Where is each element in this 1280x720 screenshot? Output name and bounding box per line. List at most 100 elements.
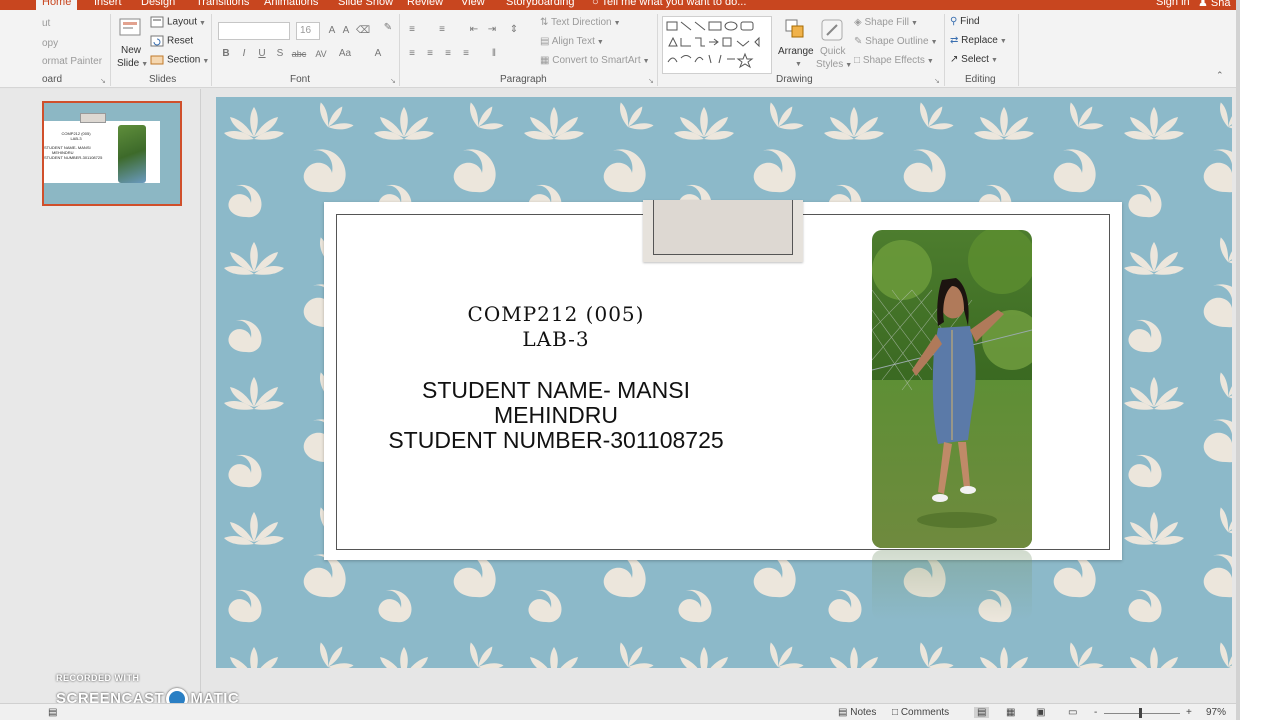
- justify-icon[interactable]: ≡: [460, 48, 472, 60]
- new-slide-label2[interactable]: Slide ▼: [117, 58, 148, 69]
- chevron-down-icon: ▼: [199, 19, 206, 27]
- shape-effects-icon: □: [854, 55, 863, 66]
- slideshow-view-icon[interactable]: ▭: [1068, 707, 1077, 718]
- slide-body-line3[interactable]: STUDENT NUMBER-301108725: [324, 427, 788, 454]
- slide-title-line2[interactable]: LAB-3: [324, 327, 788, 351]
- text-highlight-icon[interactable]: ✎: [382, 22, 394, 34]
- grow-font-icon[interactable]: A: [326, 25, 338, 37]
- character-spacing-button[interactable]: AV: [312, 48, 330, 60]
- align-text-button[interactable]: ▤ Align Text ▼: [540, 36, 604, 47]
- shape-fill-button[interactable]: ◈ Shape Fill ▼: [854, 17, 918, 28]
- chevron-down-icon: ▼: [202, 57, 210, 65]
- decrease-indent-icon[interactable]: ⇤: [468, 24, 480, 36]
- shapes-gallery[interactable]: [662, 16, 772, 74]
- font-launcher-icon[interactable]: ↘: [390, 77, 396, 85]
- paragraph-group-label: Paragraph: [500, 74, 547, 85]
- clipboard-launcher-icon[interactable]: ↘: [100, 77, 106, 85]
- underline-button[interactable]: U: [256, 48, 268, 60]
- watermark-recorded-with: RECORDED WITH: [56, 673, 140, 683]
- shape-outline-button[interactable]: ✎ Shape Outline ▼: [854, 36, 938, 47]
- bullets-icon[interactable]: ≡: [406, 24, 418, 36]
- student-photo[interactable]: [872, 230, 1032, 548]
- shape-fill-label: Shape Fill: [864, 17, 909, 28]
- slide-thumbnail-1[interactable]: COMP212 (005) LAB-3 STUDENT NAME- MANSI …: [42, 101, 182, 206]
- format-painter-button[interactable]: ormat Painter: [42, 56, 102, 67]
- title-card[interactable]: COMP212 (005) LAB-3 STUDENT NAME- MANSI …: [324, 200, 1122, 620]
- notes-button[interactable]: ▤ Notes: [838, 707, 876, 718]
- new-slide-button[interactable]: New: [121, 45, 141, 56]
- shape-outline-label: Shape Outline: [865, 36, 929, 47]
- slide-title-line1[interactable]: COMP212 (005): [324, 302, 788, 326]
- share-button[interactable]: ♟ Sha: [1198, 0, 1231, 9]
- comments-button[interactable]: □ Comments: [892, 707, 949, 718]
- quick-styles-label2[interactable]: Styles ▼: [816, 59, 852, 70]
- line-spacing-icon[interactable]: ⇕: [508, 24, 520, 36]
- convert-smartart-button[interactable]: ▦ Convert to SmartArt ▼: [540, 55, 650, 66]
- tab-review[interactable]: Review: [407, 0, 443, 8]
- zoom-in-button[interactable]: +: [1186, 707, 1192, 718]
- tab-home[interactable]: Home: [36, 0, 78, 10]
- separator: [1018, 14, 1019, 86]
- paragraph-launcher-icon[interactable]: ↘: [648, 77, 654, 85]
- change-case-button[interactable]: Aa: [336, 48, 354, 60]
- zoom-slider-track[interactable]: [1104, 713, 1180, 714]
- font-size-input[interactable]: 16: [296, 22, 320, 40]
- tab-slide-show[interactable]: Slide Show: [338, 0, 393, 8]
- chevron-down-icon: ▼: [141, 61, 149, 68]
- columns-icon[interactable]: ‖: [488, 48, 500, 60]
- spellcheck-icon[interactable]: ▤: [48, 707, 57, 718]
- layout-button[interactable]: Layout ▼: [150, 16, 206, 28]
- increase-indent-icon[interactable]: ⇥: [486, 24, 498, 36]
- tab-transitions[interactable]: Transitions: [196, 0, 249, 8]
- tab-insert[interactable]: Insert: [94, 0, 122, 8]
- align-center-icon[interactable]: ≡: [424, 48, 436, 60]
- shape-effects-button[interactable]: □ Shape Effects ▼: [854, 55, 934, 66]
- slide-canvas[interactable]: COMP212 (005) LAB-3 STUDENT NAME- MANSI …: [216, 97, 1232, 668]
- section-button[interactable]: Section ▼: [150, 54, 209, 66]
- bold-button[interactable]: B: [220, 48, 232, 60]
- find-button[interactable]: ⚲ Find: [950, 16, 980, 27]
- zoom-slider-thumb[interactable]: [1139, 708, 1142, 718]
- arrange-button[interactable]: Arrange: [778, 46, 814, 57]
- tell-me-box[interactable]: ○ Tell me what you want to do...: [592, 0, 746, 8]
- tab-storyboarding[interactable]: Storyboarding: [506, 0, 575, 8]
- tab-design[interactable]: Design: [141, 0, 175, 8]
- drawing-launcher-icon[interactable]: ↘: [934, 77, 940, 85]
- strikethrough-button[interactable]: abc: [290, 48, 308, 60]
- reset-button[interactable]: Reset: [150, 35, 193, 47]
- shadow-button[interactable]: S: [274, 48, 286, 60]
- align-right-icon[interactable]: ≡: [442, 48, 454, 60]
- shrink-font-icon[interactable]: A: [340, 25, 352, 37]
- arrange-icon[interactable]: [784, 18, 806, 40]
- replace-button[interactable]: ⇄ Replace ▼: [950, 35, 1007, 46]
- section-icon: [150, 54, 164, 66]
- font-color-button[interactable]: A: [372, 48, 384, 60]
- tab-animations[interactable]: Animations: [264, 0, 318, 8]
- collapse-ribbon-icon[interactable]: ⌃: [1216, 70, 1224, 81]
- font-name-input[interactable]: [218, 22, 290, 40]
- new-slide-icon[interactable]: [118, 16, 142, 40]
- normal-view-icon[interactable]: ▤: [974, 707, 990, 718]
- slide-body-line1[interactable]: STUDENT NAME- MANSI: [324, 377, 788, 404]
- quick-styles-button[interactable]: Quick: [820, 46, 846, 57]
- tab-view[interactable]: View: [461, 0, 485, 8]
- chevron-down-icon: ▼: [910, 20, 918, 27]
- slide-body-line2[interactable]: MEHINDRU: [324, 402, 788, 429]
- numbering-icon[interactable]: ≡: [436, 24, 448, 36]
- pane-divider[interactable]: [200, 89, 201, 703]
- select-button[interactable]: ↗ Select ▼: [950, 54, 998, 65]
- align-left-icon[interactable]: ≡: [406, 48, 418, 60]
- slide-thumbnail-pane: COMP212 (005) LAB-3 STUDENT NAME- MANSI …: [0, 89, 200, 703]
- italic-button[interactable]: I: [238, 48, 250, 60]
- reading-view-icon[interactable]: ▣: [1036, 707, 1045, 718]
- copy-button[interactable]: opy: [42, 38, 58, 49]
- clear-formatting-icon[interactable]: ⌫: [356, 25, 370, 37]
- cut-button[interactable]: ut: [42, 18, 50, 29]
- quick-styles-icon[interactable]: [820, 18, 844, 42]
- sign-in-link[interactable]: Sign in: [1156, 0, 1190, 8]
- zoom-out-button[interactable]: -: [1094, 707, 1097, 718]
- text-direction-button[interactable]: ⇅ Text Direction ▼: [540, 17, 621, 28]
- notes-icon: ▤: [838, 707, 851, 718]
- zoom-level[interactable]: 97%: [1206, 707, 1226, 718]
- slide-sorter-icon[interactable]: ▦: [1006, 707, 1015, 718]
